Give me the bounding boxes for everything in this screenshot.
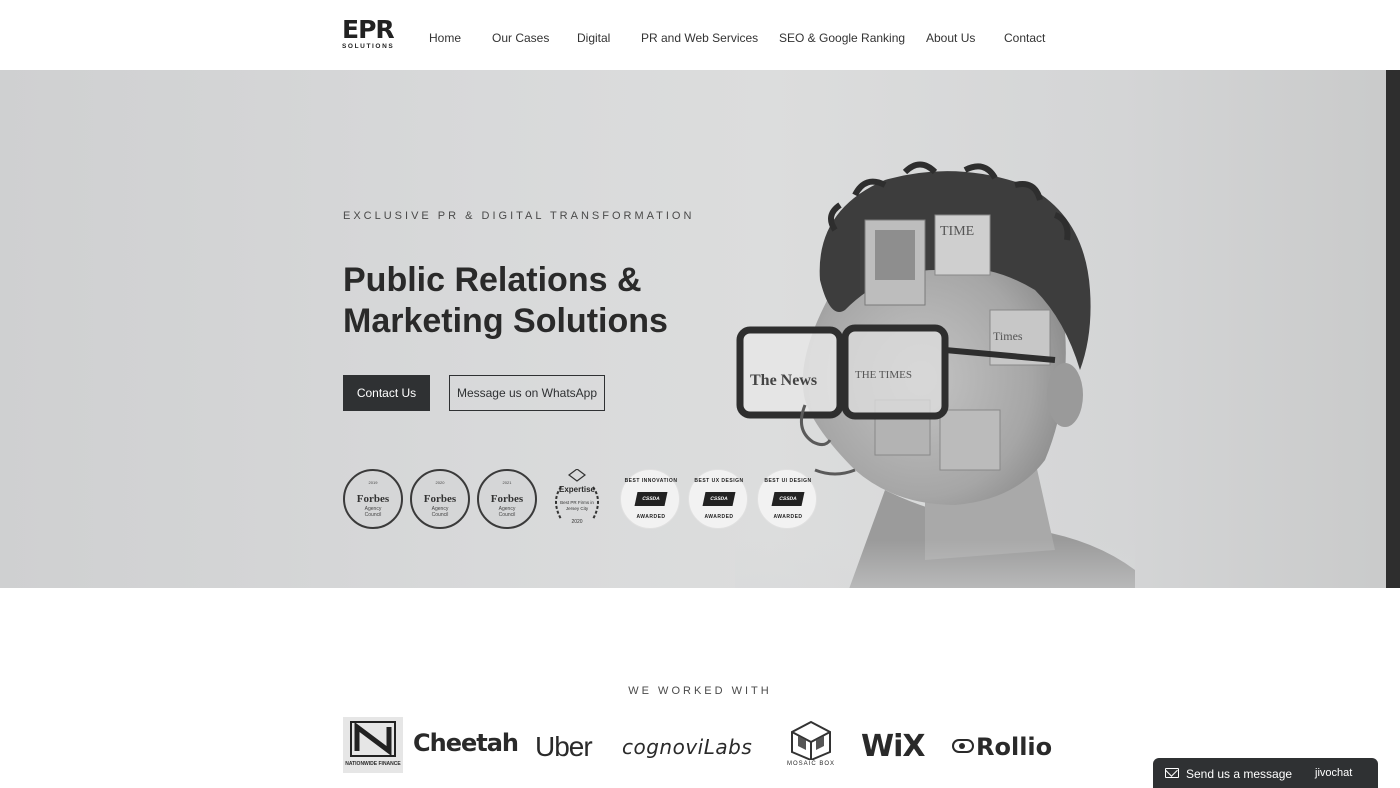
nationwide-mark-icon: [350, 721, 396, 757]
cssda-awarded: AWARDED: [773, 514, 803, 520]
hero-headline-line-1: Public Relations &: [343, 261, 642, 299]
whatsapp-message-button[interactable]: Message us on WhatsApp: [449, 375, 605, 411]
page: EPR SOLUTIONS Home Our Cases Digital PR …: [0, 0, 1400, 788]
client-logo-uber: Uber: [535, 731, 593, 762]
cssda-award-title: BEST UI DESIGN: [764, 478, 812, 484]
cssda-awarded: AWARDED: [636, 514, 666, 520]
hero-headline-line-2: Marketing Solutions: [343, 302, 668, 340]
forbes-badge-1: 2019 Forbes Agency Council: [343, 469, 403, 529]
client-logo-rollio: Rollio: [952, 733, 1052, 761]
client-logo-mosaic-box: MOSAIC BOX: [780, 720, 842, 770]
chat-brand: jivochat: [1315, 767, 1353, 779]
newspaper-text-2: THE TIMES: [855, 369, 912, 381]
expertise-year: 2020: [571, 519, 583, 525]
nav-seo-google-ranking[interactable]: SEO & Google Ranking: [779, 30, 905, 46]
expertise-title: Expertise: [558, 485, 596, 494]
badge-council-line-2: Council: [431, 512, 449, 518]
badge-forbes-name: Forbes: [423, 493, 457, 505]
hero-section: TIME Times The News THE TIMES EXCLUSIVE …: [0, 70, 1400, 588]
cssda-logo: CSSDA: [771, 492, 805, 506]
cssda-award-title: BEST INNOVATION: [624, 478, 678, 484]
cssda-badge-innovation: BEST INNOVATION CSSDA AWARDED: [620, 469, 680, 529]
badge-council: Agency Council: [345, 506, 401, 518]
chat-label: Send us a message: [1186, 767, 1293, 781]
forbes-badge-2: 2020 Forbes Agency Council: [410, 469, 470, 529]
badge-forbes-name: Forbes: [356, 493, 390, 505]
cssda-badge-ui: BEST UI DESIGN CSSDA AWARDED: [757, 469, 817, 529]
forbes-badge-3: 2021 Forbes Agency Council: [477, 469, 537, 529]
site-header: EPR SOLUTIONS Home Our Cases Digital PR …: [0, 0, 1400, 70]
nav-our-cases[interactable]: Our Cases: [492, 30, 549, 46]
chat-widget[interactable]: Send us a message jivochat: [1153, 758, 1378, 788]
newspaper-text-1: The News: [750, 372, 817, 389]
expertise-badge: Expertise Best PR Firms in Jersey City 2…: [547, 469, 607, 529]
badge-forbes-name: Forbes: [490, 493, 524, 505]
expertise-text: Best PR Firms in Jersey City: [560, 500, 594, 511]
envelope-icon: [1165, 768, 1179, 778]
badge-council: Agency Council: [412, 506, 468, 518]
worked-with-title: WE WORKED WITH: [628, 685, 772, 697]
hero-headline: Public Relations & Marketing Solutions: [343, 260, 743, 342]
nav-home[interactable]: Home: [429, 30, 461, 46]
cssda-logo: CSSDA: [702, 492, 736, 506]
badge-council-line-2: Council: [364, 512, 382, 518]
rollio-eye-icon: [952, 739, 974, 753]
cssda-awarded: AWARDED: [704, 514, 734, 520]
magazine-text: TIME: [940, 224, 974, 239]
badge-year: 2020: [435, 480, 445, 485]
rollio-logo-text: Rollio: [976, 733, 1053, 761]
badge-year: 2021: [502, 480, 512, 485]
hero-eyebrow: EXCLUSIVE PR & DIGITAL TRANSFORMATION: [343, 210, 695, 222]
client-logo-cheetah: Cheetah: [413, 729, 519, 757]
nav-digital[interactable]: Digital: [577, 30, 610, 46]
nav-pr-web-services[interactable]: PR and Web Services: [641, 30, 758, 46]
nav-about-us[interactable]: About Us: [926, 30, 975, 46]
badge-council-line-2: Council: [498, 512, 516, 518]
contact-us-button[interactable]: Contact Us: [343, 375, 430, 411]
hero-scroll-bar[interactable]: [1386, 70, 1400, 588]
badge-council: Agency Council: [479, 506, 535, 518]
nav-contact[interactable]: Contact: [1004, 30, 1045, 46]
mosaic-cube-icon: [791, 720, 831, 760]
client-logo-wix: WiX: [861, 729, 926, 764]
cssda-award-title: BEST UX DESIGN: [694, 478, 744, 484]
cssda-logo: CSSDA: [634, 492, 668, 506]
nationwide-logo-text: NATIONWIDE FINANCE: [345, 761, 401, 767]
cssda-badge-ux: BEST UX DESIGN CSSDA AWARDED: [688, 469, 748, 529]
mosaic-box-logo-text: MOSAIC BOX: [786, 761, 835, 767]
times-text: Times: [993, 329, 1023, 343]
main-nav: Home Our Cases Digital PR and Web Servic…: [0, 30, 1400, 46]
badge-year: 2019: [368, 480, 378, 485]
client-logo-nationwide: NATIONWIDE FINANCE: [343, 717, 403, 773]
client-logo-cognovi: cognoviLabs: [622, 735, 753, 759]
